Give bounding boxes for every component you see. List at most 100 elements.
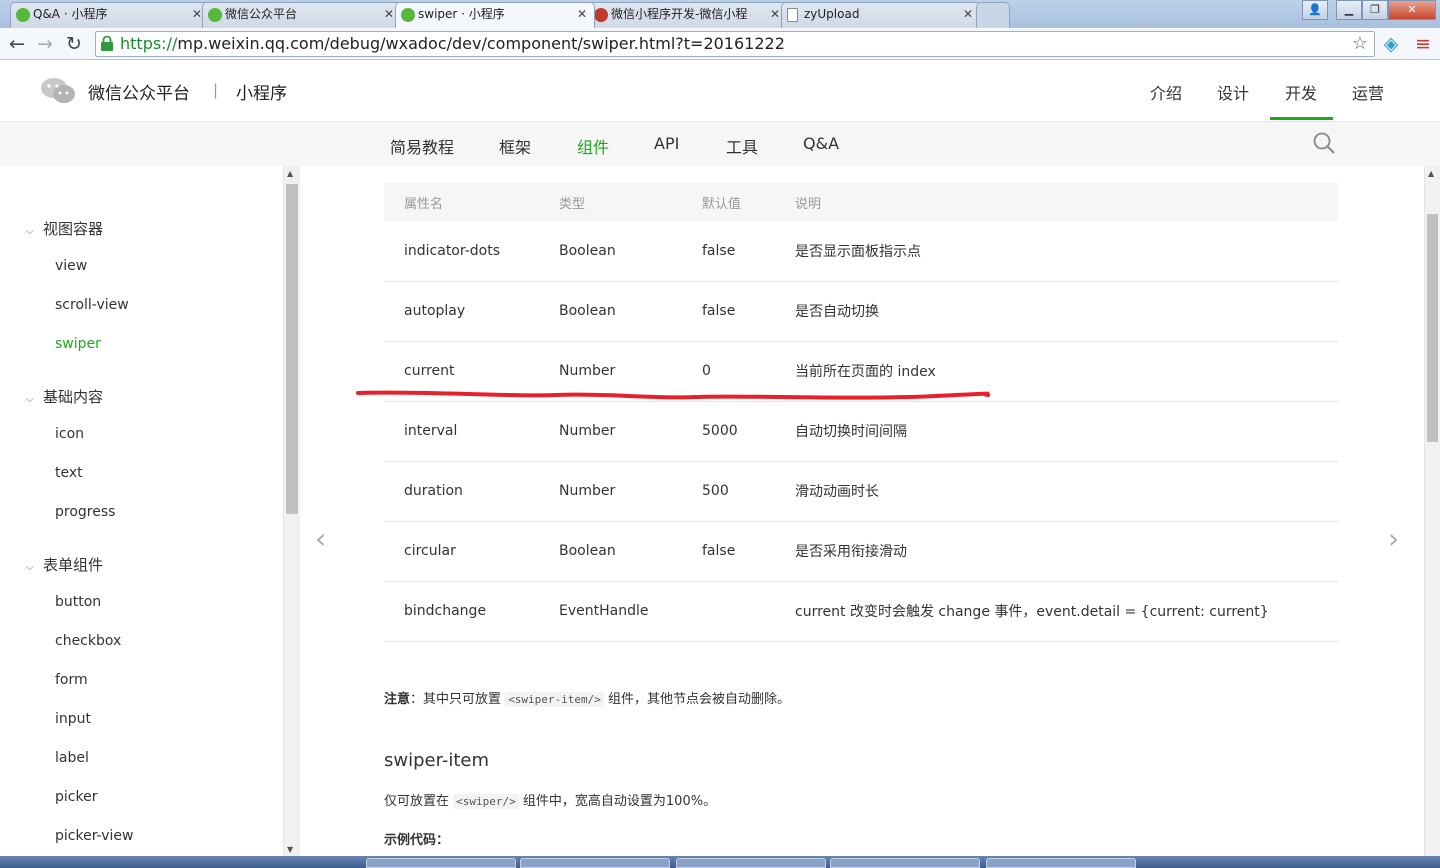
taskbar-button[interactable] (676, 858, 826, 868)
window-close-icon[interactable]: ✕ (1388, 0, 1436, 20)
menu-icon[interactable]: ≡ (1410, 31, 1436, 57)
sidebar-item-scroll-view[interactable]: scroll-view (55, 297, 129, 313)
content-scrollbar[interactable]: ▲ (1424, 166, 1440, 856)
url-scheme: https:// (120, 34, 178, 53)
topnav-develop[interactable]: 开发 (1285, 80, 1317, 104)
section-text: 仅可放置在 (384, 794, 450, 809)
url-text: mp.weixin.qq.com/debug/wxadoc/dev/compon… (177, 34, 785, 53)
prop-name: interval (384, 401, 539, 462)
sidebar-group-view-container[interactable]: ⌵ 视图容器 (26, 218, 103, 239)
sidebar-item-picker[interactable]: picker (55, 789, 97, 805)
brand-separator: | (213, 81, 219, 99)
section-paragraph: 仅可放置在 <swiper/> 组件中，宽高自动设置为100%。 (384, 790, 716, 809)
swiper-properties-table: 属性名 类型 默认值 说明 indicator-dots Boolean fal… (384, 183, 1338, 642)
taskbar-button[interactable] (986, 858, 1136, 868)
scroll-down-icon[interactable]: ▼ (287, 845, 293, 854)
note-text: 其中只可放置 (423, 692, 502, 707)
sidebar-item-form[interactable]: form (55, 672, 88, 688)
topnav-intro[interactable]: 介绍 (1150, 80, 1182, 104)
table-row: circular Boolean false 是否采用衔接滑动 (384, 521, 1338, 582)
sidebar-item-icon[interactable]: icon (55, 426, 84, 442)
reload-icon[interactable]: ↻ (61, 31, 87, 57)
subnav-framework[interactable]: 框架 (499, 134, 531, 158)
prop-default: 500 (682, 461, 775, 522)
prop-default: false (682, 221, 775, 282)
sidebar-item-button[interactable]: button (55, 594, 101, 610)
close-icon[interactable]: ✕ (577, 3, 587, 25)
sidebar-item-swiper[interactable]: swiper (55, 336, 101, 352)
browser-tab-qa[interactable]: Q&A · 小程序 ✕ (10, 2, 210, 28)
wechat-logo-icon[interactable] (40, 77, 76, 105)
prop-type: Number (539, 461, 682, 522)
sidebar-item-text[interactable]: text (55, 465, 83, 481)
subnav-components[interactable]: 组件 (577, 134, 609, 158)
address-bar[interactable]: https://mp.weixin.qq.com/debug/wxadoc/de… (95, 31, 1375, 57)
subnav-qa[interactable]: Q&A (803, 134, 839, 153)
note-colon: ： (410, 692, 424, 707)
new-tab-button[interactable] (976, 2, 1010, 28)
tab-title: Q&A · 小程序 (33, 7, 108, 21)
extension-icon[interactable]: ◈ (1378, 31, 1404, 57)
active-nav-indicator (1270, 117, 1333, 120)
scroll-up-icon[interactable]: ▲ (1428, 169, 1434, 178)
taskbar-button[interactable] (830, 858, 980, 868)
sidebar-item-input[interactable]: input (55, 711, 91, 727)
site-favicon-icon (594, 8, 608, 22)
site-header: 微信公众平台 | 小程序 介绍 设计 开发 运营 (0, 60, 1440, 122)
os-taskbar (0, 856, 1440, 868)
table-row: indicator-dots Boolean false 是否显示面板指示点 (384, 221, 1338, 282)
sidebar-group-title: 视图容器 (43, 220, 104, 238)
subnav-api[interactable]: API (654, 134, 679, 153)
inline-code: <swiper/> (453, 794, 519, 809)
brand-name[interactable]: 微信公众平台 (88, 79, 190, 104)
sidebar-scrollbar[interactable]: ▲ ▼ (283, 166, 300, 856)
prop-type: EventHandle (539, 581, 682, 642)
browser-tab-swiper[interactable]: swiper · 小程序 ✕ (395, 2, 595, 28)
scroll-up-icon[interactable]: ▲ (287, 169, 293, 178)
close-icon[interactable]: ✕ (192, 3, 202, 25)
chevron-down-icon: ⌵ (26, 226, 34, 237)
topnav-design[interactable]: 设计 (1217, 80, 1249, 104)
bookmark-star-icon[interactable]: ☆ (1352, 32, 1368, 56)
close-icon[interactable]: ✕ (384, 3, 394, 25)
next-page-chevron-icon[interactable]: › (1388, 522, 1399, 555)
prev-page-chevron-icon[interactable]: ‹ (315, 522, 326, 555)
doc-content: 属性名 类型 默认值 说明 indicator-dots Boolean fal… (300, 166, 1424, 856)
scrollbar-thumb[interactable] (286, 184, 298, 514)
sidebar-item-label[interactable]: label (55, 750, 89, 766)
prop-type: Boolean (539, 281, 682, 342)
scrollbar-thumb[interactable] (1427, 214, 1438, 442)
sidebar-group-form[interactable]: ⌵ 表单组件 (26, 554, 103, 575)
subnav-tutorial[interactable]: 简易教程 (390, 134, 454, 158)
browser-tab-zyupload[interactable]: zyUpload ✕ (781, 2, 981, 28)
user-icon[interactable]: 👤 (1302, 0, 1328, 20)
close-icon[interactable]: ✕ (963, 3, 973, 25)
sidebar-item-checkbox[interactable]: checkbox (55, 633, 121, 649)
prop-default: false (682, 281, 775, 342)
table-row: duration Number 500 滑动动画时长 (384, 461, 1338, 522)
brand-subtitle[interactable]: 小程序 (236, 79, 287, 104)
sidebar-item-picker-view[interactable]: picker-view (55, 828, 133, 844)
component-sidebar: ⌵ 视图容器 view scroll-view swiper ⌵ 基础内容 icon… (0, 166, 283, 856)
maximize-icon[interactable]: ❐ (1362, 0, 1388, 20)
back-arrow-icon[interactable]: ← (4, 31, 30, 57)
col-header-type: 类型 (539, 183, 682, 221)
minimize-icon[interactable]: ▁ (1336, 0, 1362, 20)
taskbar-button[interactable] (520, 858, 670, 868)
note-label: 注意 (384, 692, 411, 707)
search-icon[interactable] (1312, 131, 1336, 155)
prop-description: 自动切换时间间隔 (775, 401, 1338, 462)
forward-arrow-icon[interactable]: → (32, 31, 58, 57)
subnav-tools[interactable]: 工具 (726, 134, 758, 158)
close-icon[interactable]: ✕ (770, 3, 780, 25)
browser-tab-dev[interactable]: 微信小程序开发-微信小程 ✕ (588, 2, 788, 28)
browser-tab-mp[interactable]: 微信公众平台 ✕ (202, 2, 402, 28)
note-text: 组件，其他节点会被自动删除。 (608, 692, 791, 707)
topnav-operate[interactable]: 运营 (1352, 80, 1384, 104)
sidebar-item-view[interactable]: view (55, 258, 87, 274)
prop-name: circular (384, 521, 539, 582)
taskbar-button[interactable] (366, 858, 516, 868)
prop-default (682, 581, 775, 642)
sidebar-group-basic-content[interactable]: ⌵ 基础内容 (26, 386, 103, 407)
sidebar-item-progress[interactable]: progress (55, 504, 115, 520)
